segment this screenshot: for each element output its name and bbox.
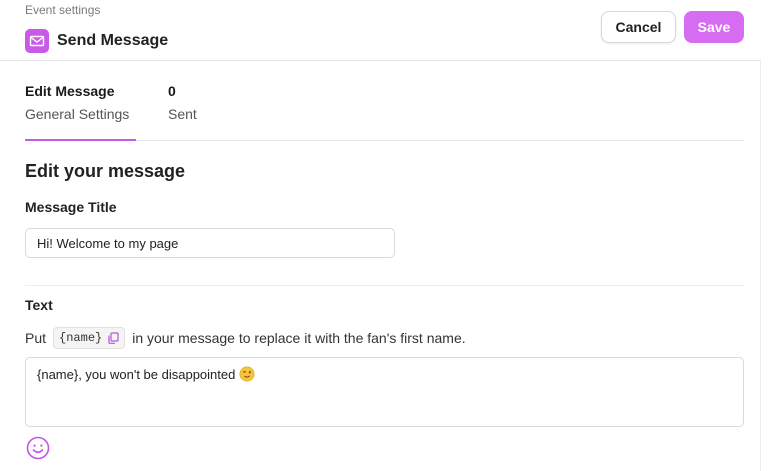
hint-prefix: Put (25, 330, 47, 346)
message-text-area[interactable]: {name}, you won't be disappointed (25, 357, 744, 427)
scrollbar-track[interactable] (760, 60, 761, 471)
name-token-chip[interactable]: {name} (53, 327, 126, 349)
cancel-button[interactable]: Cancel (601, 11, 676, 43)
message-title-label: Message Title (25, 199, 117, 215)
divider (25, 285, 744, 286)
header: Event settings Send Message Cancel Save (0, 0, 760, 61)
active-tab-indicator (25, 139, 136, 141)
breadcrumb[interactable]: Event settings (25, 3, 100, 17)
tab-bar: Edit Message General Settings 0 Sent (25, 83, 744, 141)
message-text: {name}, you won't be disappointed (37, 367, 236, 382)
tab-sent[interactable]: 0 Sent (168, 83, 228, 140)
text-label: Text (25, 297, 53, 313)
page-title: Send Message (57, 32, 169, 49)
section-heading: Edit your message (25, 161, 186, 181)
message-title-input[interactable]: Hi! Welcome to my page (25, 228, 395, 258)
tab-sent-label: Sent (168, 106, 197, 122)
tab-sent-count: 0 (168, 83, 176, 99)
tab-general-settings-label: General Settings (25, 106, 130, 122)
emoji-picker-icon[interactable] (26, 436, 50, 460)
hint-suffix: in your message to replace it with the f… (132, 330, 466, 346)
save-button[interactable]: Save (684, 11, 744, 43)
copy-icon[interactable] (108, 332, 119, 344)
tab-general-settings-value: Edit Message (25, 83, 115, 99)
winking-face-icon (239, 366, 255, 385)
mail-icon (25, 29, 49, 53)
name-token: {name} (59, 331, 103, 345)
placeholder-hint: Put {name} in your message to replace it… (25, 327, 466, 349)
tab-general-settings[interactable]: Edit Message General Settings (25, 83, 136, 141)
title-row: Send Message (25, 29, 168, 53)
